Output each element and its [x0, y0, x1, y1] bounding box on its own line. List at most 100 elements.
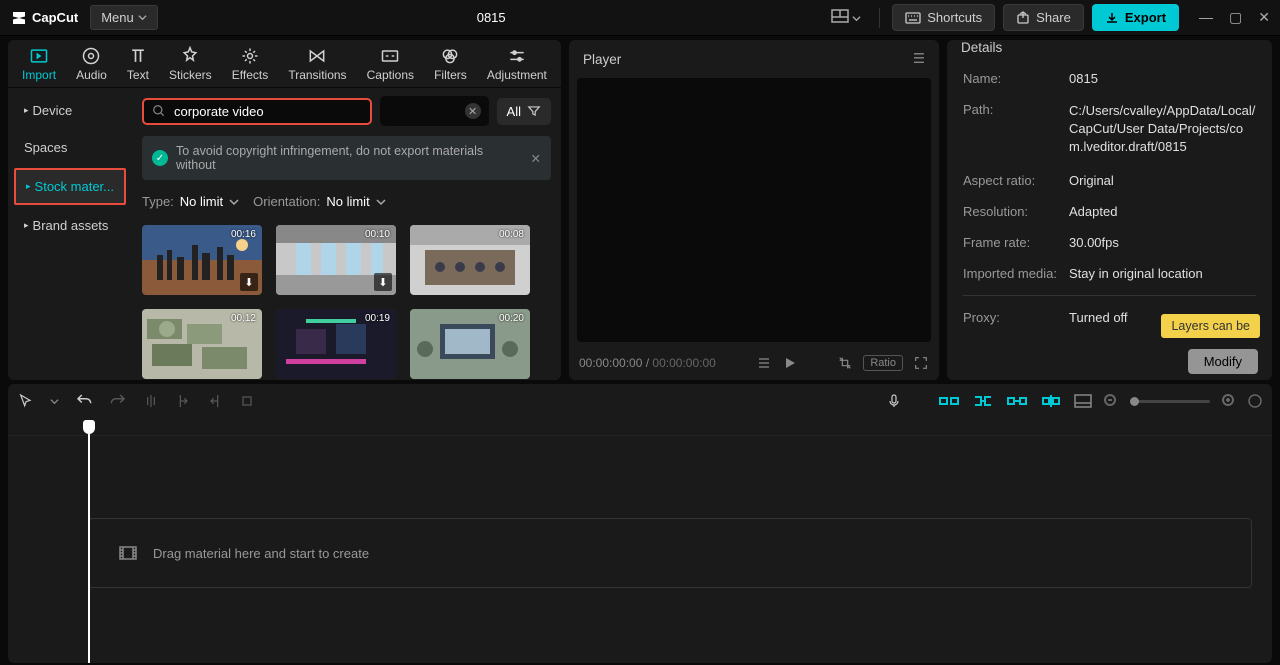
stock-thumb[interactable]: 00:08 — [410, 225, 530, 295]
record-audio-button[interactable] — [886, 392, 902, 410]
search-input[interactable] — [174, 104, 362, 119]
selection-tool[interactable] — [18, 393, 34, 409]
shortcuts-button[interactable]: Shortcuts — [892, 4, 995, 31]
playhead[interactable] — [88, 422, 90, 663]
search-box[interactable] — [142, 98, 372, 125]
chevron-right-icon: ▸ — [26, 181, 31, 192]
timeline[interactable]: Drag material here and start to create — [8, 418, 1272, 663]
thumb-duration: 00:12 — [231, 313, 256, 324]
export-button[interactable]: Export — [1092, 4, 1179, 31]
media-content: ✕ All ✓ To avoid copyright infringement,… — [132, 88, 561, 380]
trim-right-button[interactable] — [207, 393, 223, 409]
preview-toggle[interactable] — [1074, 394, 1092, 408]
download-icon[interactable]: ⬇ — [240, 273, 258, 291]
share-icon — [1016, 11, 1030, 25]
detail-value-fps: 30.00fps — [1069, 235, 1256, 250]
tab-import[interactable]: Import — [14, 42, 64, 86]
tab-transitions[interactable]: Transitions — [280, 42, 354, 86]
undo-button[interactable] — [75, 392, 93, 410]
stock-thumb[interactable]: 00:19 — [276, 309, 396, 379]
notice-close-button[interactable]: ✕ — [531, 151, 541, 166]
minimize-button[interactable]: — — [1199, 9, 1213, 26]
player-controls: 00:00:00:00 / 00:00:00:00 Ratio — [569, 346, 939, 380]
text-icon — [128, 46, 148, 66]
zoom-fit-button[interactable] — [1248, 394, 1262, 408]
tab-captions[interactable]: Captions — [359, 42, 422, 86]
sidebar-item-device[interactable]: ▸ Device — [14, 94, 126, 127]
clear-search-button[interactable]: ✕ — [465, 103, 481, 119]
filter-type-dropdown[interactable]: Type: No limit — [142, 190, 239, 213]
split-button[interactable] — [143, 393, 159, 409]
sidebar-item-brand-assets[interactable]: ▸ Brand assets — [14, 209, 126, 242]
filter-orientation-dropdown[interactable]: Orientation: No limit — [253, 190, 386, 213]
filter-all-button[interactable]: All — [497, 98, 551, 125]
menu-button[interactable]: Menu — [90, 5, 158, 30]
list-icon[interactable] — [757, 356, 771, 370]
tab-text[interactable]: Text — [119, 42, 157, 86]
tab-filters[interactable]: Filters — [426, 42, 475, 86]
player-viewport[interactable] — [577, 78, 931, 342]
export-label: Export — [1125, 10, 1166, 25]
share-button[interactable]: Share — [1003, 4, 1084, 31]
trim-left-button[interactable] — [175, 393, 191, 409]
chevron-down-icon — [229, 197, 239, 207]
sidebar-item-stock-materials[interactable]: ▸ Stock mater... — [14, 168, 126, 205]
snap-tool-2[interactable] — [972, 394, 994, 408]
close-button[interactable]: ✕ — [1258, 9, 1270, 26]
play-button[interactable] — [783, 356, 797, 370]
stickers-icon — [180, 46, 200, 66]
modify-button[interactable]: Modify — [1188, 349, 1258, 374]
ratio-button[interactable]: Ratio — [863, 355, 903, 371]
redo-button[interactable] — [109, 392, 127, 410]
maximize-button[interactable]: ▢ — [1229, 9, 1242, 26]
download-icon[interactable]: ⬇ — [374, 273, 392, 291]
detail-label: Proxy: — [963, 310, 1069, 325]
filter-value: No limit — [326, 194, 369, 209]
tab-label: Import — [22, 68, 56, 82]
search-icon — [152, 104, 166, 118]
delete-button[interactable] — [239, 393, 255, 409]
detail-value-aspect: Original — [1069, 173, 1256, 188]
import-icon — [29, 46, 49, 66]
player-menu-button[interactable]: ☰ — [913, 51, 925, 67]
stock-thumb[interactable]: 00:10 ⬇ — [276, 225, 396, 295]
player-timecode: 00:00:00:00 / 00:00:00:00 — [579, 356, 716, 370]
timeline-ruler[interactable] — [8, 418, 1272, 436]
layout-icon[interactable] — [825, 5, 868, 30]
zoom-in-button[interactable] — [1222, 394, 1236, 408]
crop-icon[interactable] — [837, 355, 853, 371]
timeline-track-empty[interactable]: Drag material here and start to create — [88, 518, 1252, 588]
effects-icon — [240, 46, 260, 66]
tooltip: Layers can be — [1161, 314, 1260, 338]
snap-tool-4[interactable] — [1040, 394, 1062, 408]
transitions-icon — [307, 46, 327, 66]
snap-tool-1[interactable] — [938, 394, 960, 408]
zoom-slider[interactable] — [1130, 400, 1210, 403]
sidebar-item-label: Spaces — [24, 140, 67, 155]
thumb-duration: 00:10 — [365, 229, 390, 240]
detail-label: Aspect ratio: — [963, 173, 1069, 188]
tab-label: Filters — [434, 68, 467, 82]
filter-icon — [527, 104, 541, 118]
detail-label: Name: — [963, 71, 1069, 86]
snap-tool-3[interactable] — [1006, 394, 1028, 408]
stock-thumb[interactable]: 00:16 ⬇ — [142, 225, 262, 295]
stock-thumb[interactable]: 00:20 — [410, 309, 530, 379]
filter-label: Orientation: — [253, 194, 320, 209]
zoom-out-button[interactable] — [1104, 394, 1118, 408]
share-label: Share — [1036, 10, 1071, 25]
chevron-down-icon — [852, 14, 861, 23]
tab-adjustment[interactable]: Adjustment — [479, 42, 555, 86]
sidebar-item-spaces[interactable]: Spaces — [14, 131, 126, 164]
tab-effects[interactable]: Effects — [224, 42, 276, 86]
all-label: All — [507, 104, 521, 119]
filter-value: No limit — [180, 194, 223, 209]
titlebar: CapCut Menu 0815 Shortcuts Share Export … — [0, 0, 1280, 36]
notice-text: To avoid copyright infringement, do not … — [176, 144, 523, 172]
fullscreen-icon[interactable] — [913, 355, 929, 371]
tab-stickers[interactable]: Stickers — [161, 42, 220, 86]
capcut-logo-icon — [10, 9, 28, 27]
tab-audio[interactable]: Audio — [68, 42, 115, 86]
selection-dropdown[interactable] — [50, 397, 59, 406]
stock-thumb[interactable]: 00:12 — [142, 309, 262, 379]
